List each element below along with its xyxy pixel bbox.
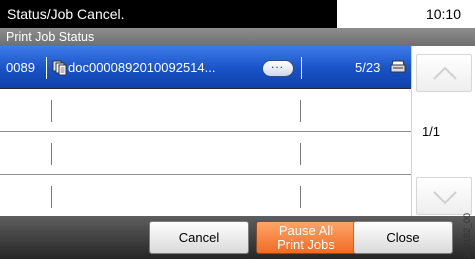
pause-button-label-line2: Print Jobs [277, 236, 335, 252]
cancel-button[interactable]: Cancel [149, 221, 249, 254]
scroll-up-button[interactable] [416, 54, 472, 92]
close-button[interactable]: Close [353, 221, 453, 254]
column-divider [301, 57, 302, 79]
column-divider [300, 186, 301, 208]
column-divider [300, 100, 301, 122]
detail-button[interactable]: ... [262, 57, 294, 77]
scroll-down-button[interactable] [416, 177, 472, 215]
scroll-panel: 1/1 [411, 46, 475, 216]
status-divider [337, 0, 339, 28]
job-pages: 5/23 [355, 60, 381, 75]
chevron-up-icon [433, 66, 457, 80]
figure-code: 380182_00 [462, 212, 472, 258]
footer-bar: Cancel Pause All Print Jobs Close [0, 216, 475, 259]
pause-button-label: Pause All Print Jobs [277, 222, 335, 252]
job-name: doc0000892010092514... [68, 60, 216, 75]
output-tray-icon [390, 60, 406, 73]
pause-button-label-line1: Pause All [278, 222, 334, 238]
job-row-empty[interactable] [0, 175, 411, 218]
pause-all-print-jobs-button[interactable]: Pause All Print Jobs [256, 221, 356, 254]
status-bar: Status/Job Cancel. 10:10 [0, 0, 475, 28]
cancel-button-label: Cancel [178, 230, 220, 245]
job-id: 0089 [6, 60, 35, 75]
column-divider [51, 143, 52, 165]
section-header: Print Job Status [0, 28, 475, 46]
job-row-empty[interactable] [0, 89, 411, 132]
chevron-down-icon [433, 191, 457, 205]
column-divider [51, 186, 52, 208]
close-button-label: Close [386, 230, 420, 245]
document-icon [52, 60, 67, 76]
clock: 10:10 [425, 6, 461, 22]
job-row-empty[interactable] [0, 132, 411, 175]
column-divider [51, 100, 52, 122]
job-list: 0089 doc0000892010092514... ... 5/23 [0, 46, 411, 216]
job-row-selected[interactable]: 0089 doc0000892010092514... ... 5/23 [0, 46, 411, 89]
page-indicator: 1/1 [421, 124, 441, 139]
detail-button-label: ... [271, 57, 285, 71]
column-divider [46, 57, 47, 79]
column-divider [300, 143, 301, 165]
screen-title: Status/Job Cancel. [0, 0, 337, 28]
